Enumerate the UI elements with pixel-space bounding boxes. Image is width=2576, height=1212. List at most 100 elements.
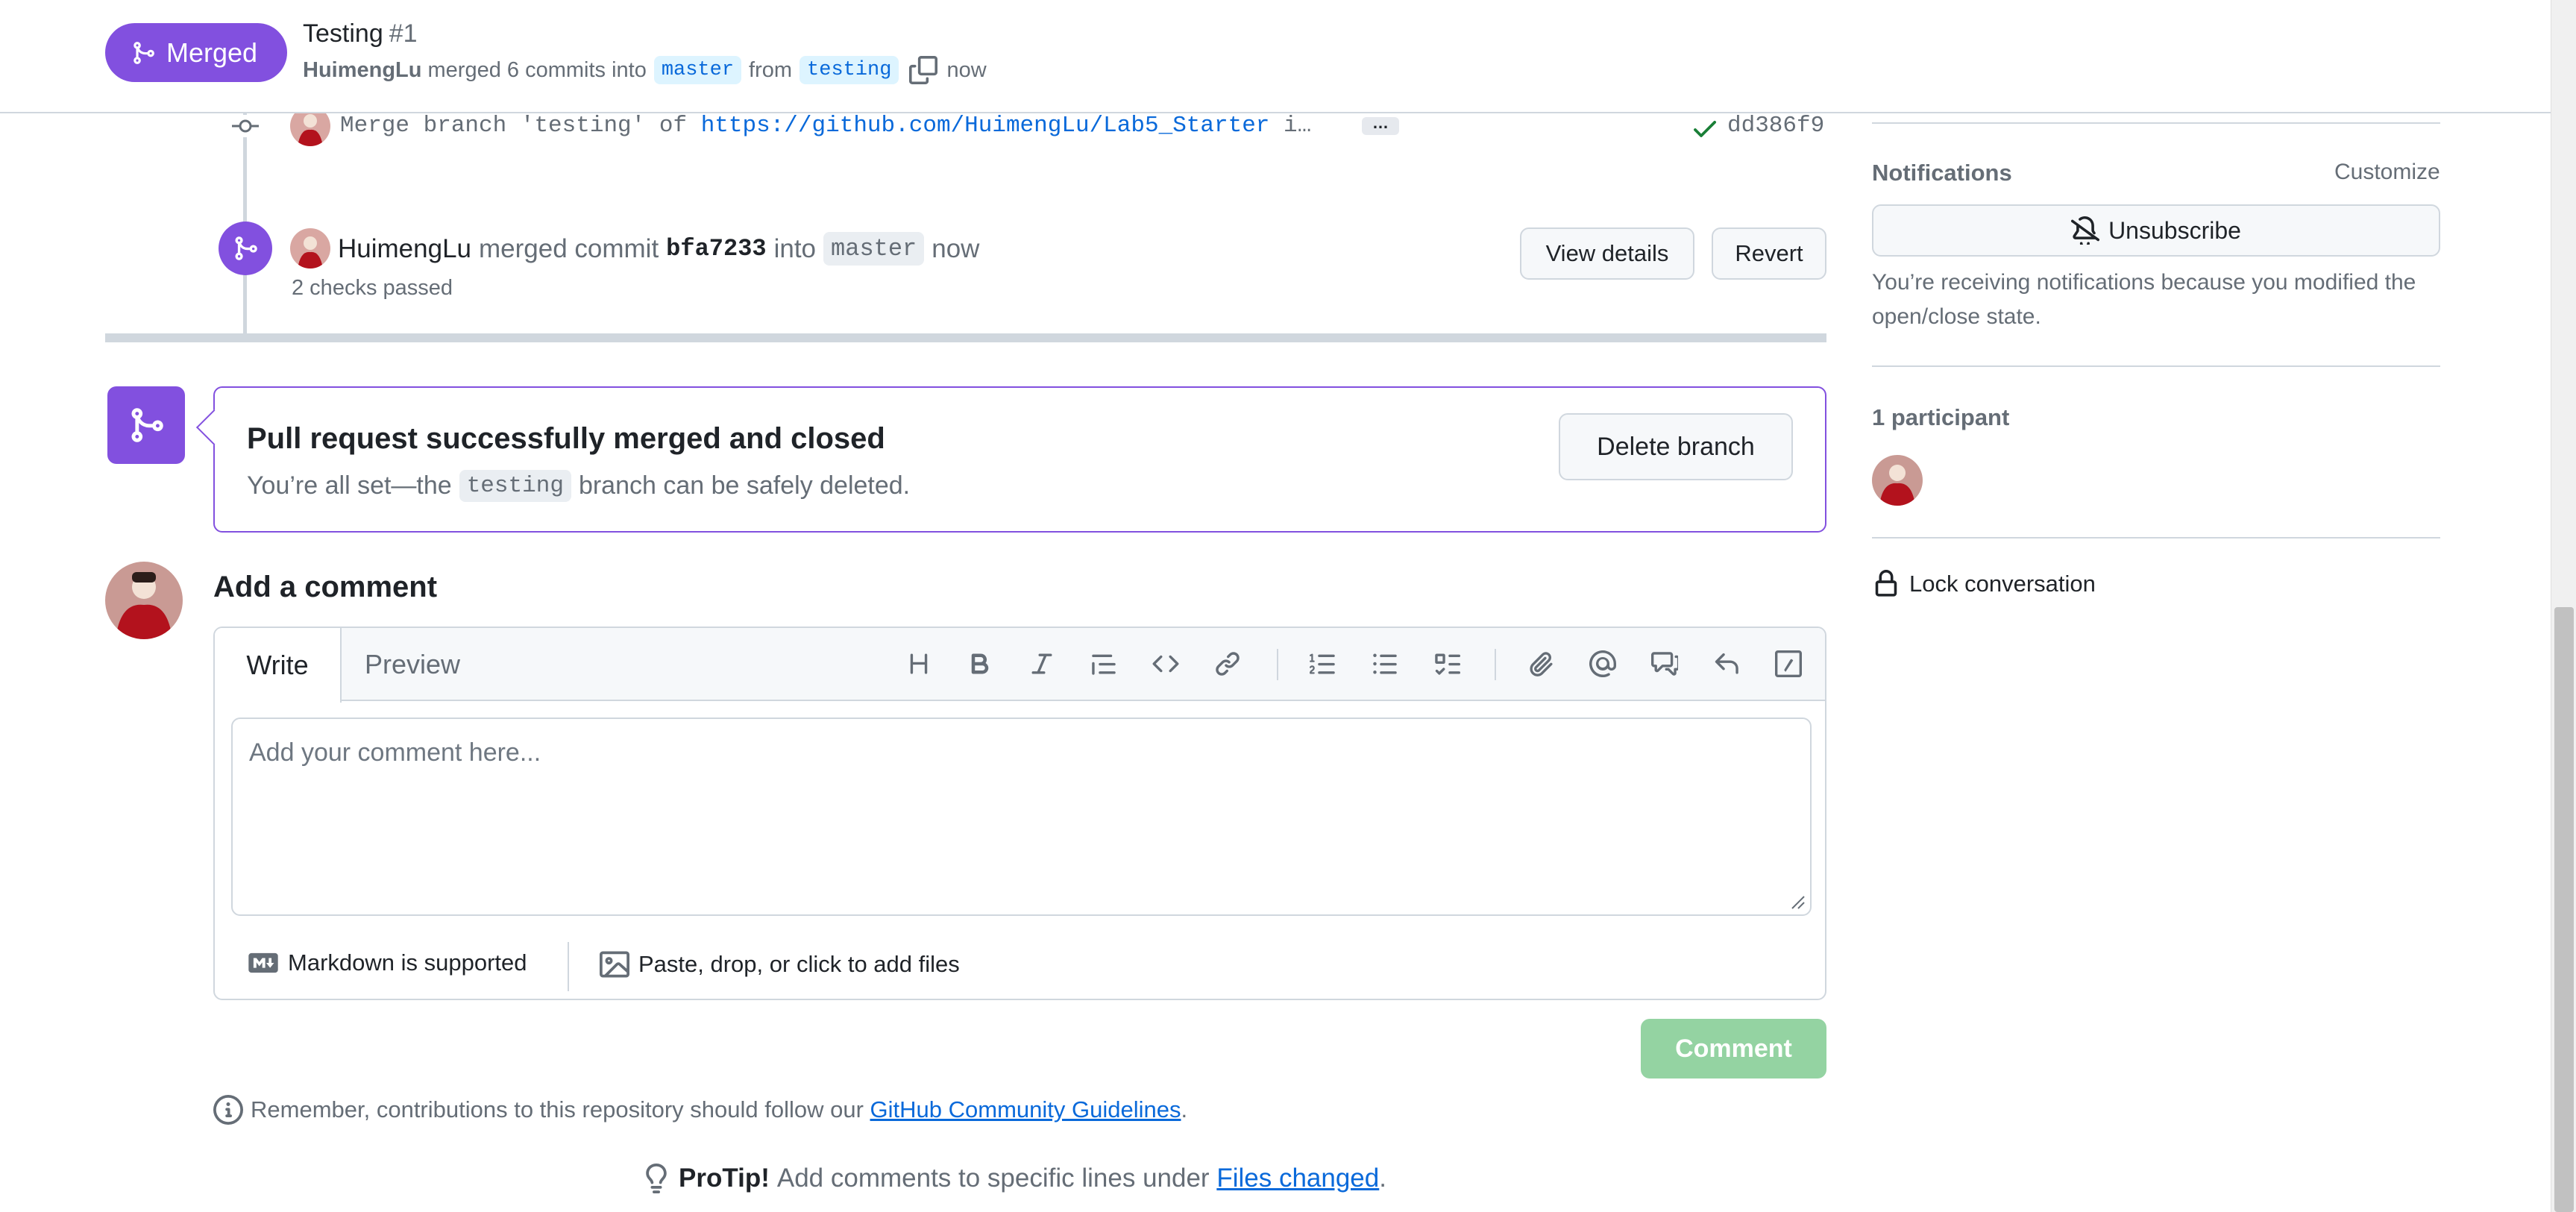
pr-time: now (946, 57, 987, 82)
merge-event-text: HuimengLu merged commit bfa7233 into mas… (338, 232, 979, 266)
bold-icon[interactable] (962, 646, 998, 682)
tab-preview[interactable]: Preview (349, 628, 476, 701)
guidelines-note: Remember, contributions to this reposito… (213, 1095, 1187, 1125)
resize-grip-icon[interactable] (1789, 894, 1806, 910)
pr-number: #1 (389, 19, 418, 48)
merge-icon (133, 41, 154, 64)
unordered-list-icon[interactable] (1367, 646, 1403, 682)
italic-icon[interactable] (1024, 646, 1060, 682)
pr-meta: HuimengLu merged 6 commits into master f… (303, 56, 987, 84)
bell-slash-icon (2071, 216, 2100, 245)
slash-command-icon[interactable] (1771, 646, 1806, 682)
view-details-button[interactable]: View details (1520, 227, 1694, 280)
image-icon (600, 951, 629, 978)
ordered-list-icon[interactable] (1305, 646, 1341, 682)
guidelines-link[interactable]: GitHub Community Guidelines (870, 1096, 1181, 1123)
heading-icon[interactable] (901, 646, 937, 682)
notifications-reason: You’re receiving notifications because y… (1872, 270, 2416, 329)
merge-time: now (932, 233, 980, 263)
merged-status-icon (107, 386, 185, 464)
merge-icon (131, 408, 163, 442)
notifications-heading: Notifications (1872, 160, 2012, 186)
base-branch-link[interactable]: master (653, 56, 742, 84)
markdown-support-link[interactable]: Markdown is supported (248, 949, 527, 976)
task-list-icon[interactable] (1429, 646, 1465, 682)
comment-editor: Write Preview Add your comment here... M… (213, 627, 1826, 1000)
expand-commit-button[interactable]: … (1362, 115, 1399, 135)
commit-message-link[interactable]: https://github.com/HuimengLu/Lab5_Starte… (701, 113, 1270, 139)
unsubscribe-button[interactable]: Unsubscribe (1872, 204, 2440, 257)
saved-reply-icon[interactable] (1709, 646, 1744, 682)
commit-message-prefix: Merge branch 'testing' of (340, 113, 688, 139)
participants-heading: 1 participant (1872, 404, 2010, 430)
info-icon (213, 1095, 243, 1125)
commit-sha-link[interactable]: dd386f9 (1727, 113, 1824, 139)
guidelines-suffix: . (1181, 1096, 1188, 1122)
merge-author-avatar[interactable] (290, 228, 330, 269)
revert-button[interactable]: Revert (1712, 227, 1826, 280)
tab-write[interactable]: Write (215, 628, 342, 703)
comment-placeholder: Add your comment here... (249, 738, 541, 767)
mention-icon[interactable] (1585, 646, 1621, 682)
quote-icon[interactable] (1086, 646, 1122, 682)
pr-author-link[interactable]: HuimengLu (303, 58, 422, 83)
markdown-support-label: Markdown is supported (288, 949, 527, 976)
merge-into-text: into (773, 233, 817, 263)
merged-status-subtitle: You’re all set—the testing branch can be… (247, 470, 910, 502)
pr-merged-text: merged 6 commits into (427, 57, 647, 82)
timeline-end-divider (105, 333, 1826, 342)
comment-textarea[interactable]: Add your comment here... (231, 718, 1812, 916)
lock-icon (1875, 570, 1897, 597)
protip-suffix: . (1379, 1164, 1386, 1193)
lock-conversation-button[interactable]: Lock conversation (1872, 570, 2096, 598)
merged-sub-branch: testing (459, 470, 571, 502)
merge-branch-link[interactable]: master (823, 232, 925, 266)
checks-passed-text[interactable]: 2 checks passed (292, 276, 453, 301)
merge-action-text: merged commit (479, 233, 659, 263)
merged-status-label: Merged (166, 37, 258, 68)
attach-files-label: Paste, drop, or click to add files (638, 951, 960, 977)
editor-footer: Markdown is supported Paste, drop, or cl… (215, 929, 1825, 999)
pr-title: Testing #1 (303, 19, 418, 48)
page-scrollbar[interactable] (2551, 0, 2576, 1212)
merged-status-title: Pull request successfully merged and clo… (247, 422, 885, 455)
lock-conversation-label: Lock conversation (1909, 571, 2096, 597)
participant-avatar[interactable] (1872, 455, 1923, 506)
commit-dot-icon (230, 115, 260, 137)
add-comment-title: Add a comment (213, 571, 438, 603)
comment-submit-button[interactable]: Comment (1641, 1019, 1826, 1078)
merge-event-icon (219, 222, 272, 275)
link-icon[interactable] (1210, 646, 1245, 682)
delete-branch-button[interactable]: Delete branch (1559, 413, 1793, 480)
code-icon[interactable] (1148, 646, 1184, 682)
cross-reference-icon[interactable] (1647, 646, 1683, 682)
head-branch-link[interactable]: testing (799, 56, 899, 84)
merged-sub-prefix: You’re all set—the (247, 471, 452, 500)
editor-tabs: Write Preview (215, 628, 1825, 703)
protip-text: Add comments to specific lines under (776, 1164, 1210, 1193)
toolbar-separator (1277, 649, 1278, 680)
sidebar-divider (1872, 365, 2440, 367)
files-changed-link[interactable]: Files changed (1216, 1164, 1379, 1193)
footer-separator (568, 942, 569, 991)
toolbar-separator (1495, 649, 1496, 680)
attach-files-button[interactable]: Paste, drop, or click to add files (600, 949, 960, 979)
customize-link[interactable]: Customize (2334, 160, 2440, 185)
attach-icon[interactable] (1523, 646, 1559, 682)
copy-icon[interactable] (909, 56, 938, 84)
commit-message: Merge branch 'testing' of https://github… (340, 113, 1311, 139)
protip-label: ProTip! (679, 1164, 770, 1193)
sidebar-divider (1872, 122, 2440, 124)
sticky-pr-header: Merged Testing #1 HuimengLu merged 6 comm… (0, 0, 2551, 113)
merge-author-link[interactable]: HuimengLu (338, 234, 471, 264)
merge-commit-sha-link[interactable]: bfa7233 (666, 235, 766, 263)
current-user-avatar[interactable] (105, 562, 183, 639)
unsubscribe-label: Unsubscribe (2108, 216, 2241, 244)
scrollbar-thumb[interactable] (2554, 607, 2574, 1212)
merged-status-badge: Merged (105, 23, 287, 82)
markdown-icon (248, 952, 278, 973)
sidebar-divider (1872, 537, 2440, 539)
check-icon[interactable] (1690, 113, 1720, 143)
pr-from-text: from (749, 57, 793, 82)
pr-title-text: Testing (303, 19, 383, 48)
